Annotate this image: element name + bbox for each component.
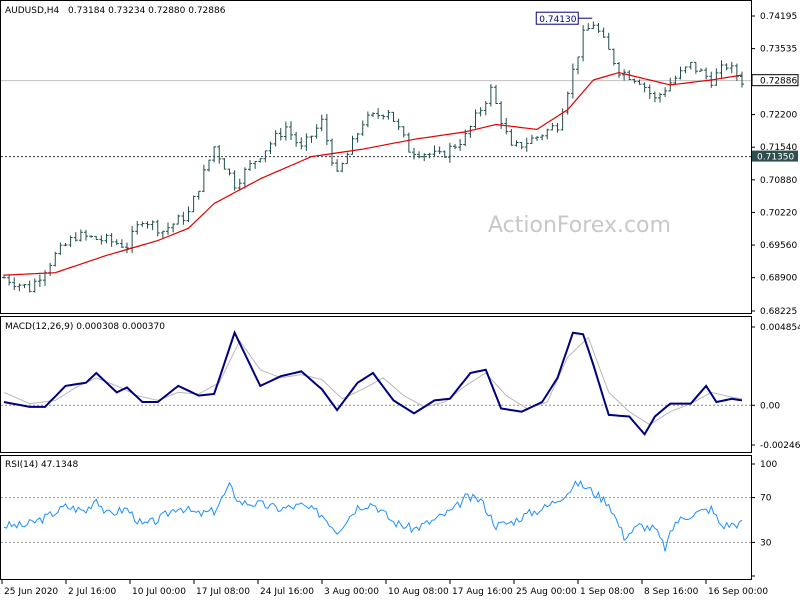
time-tick-label: 10 Jul 00:00 xyxy=(132,587,186,597)
price-tick-label: 0.74195 xyxy=(760,12,797,22)
price-tick-label: 0.70220 xyxy=(760,208,797,218)
time-tick-label: 10 Aug 08:00 xyxy=(388,587,449,597)
time-tick-label: 25 Aug 00:00 xyxy=(516,587,577,597)
rsi-tick-label: 30 xyxy=(760,538,772,548)
price-tick-label: 0.68225 xyxy=(760,307,797,317)
rsi-pane xyxy=(0,455,752,580)
watermark: ActionForex.com xyxy=(488,213,671,238)
price-tick-label: 0.72200 xyxy=(760,111,797,121)
time-tick-label: 1 Sep 08:00 xyxy=(580,587,635,597)
price-tick-label: 0.73535 xyxy=(760,45,797,55)
current-price-label: 0.72886 xyxy=(760,77,797,87)
level-label: 0.71350 xyxy=(757,153,794,163)
macd-tick-label: 0.004854 xyxy=(760,323,800,333)
macd-tick-label: 0.00 xyxy=(760,401,780,411)
time-tick-label: 8 Sep 16:00 xyxy=(644,587,699,597)
rsi-tick-label: 100 xyxy=(760,460,777,470)
macd-axis: 0.004854 0.00 -0.002465 xyxy=(751,323,800,451)
price-axis: 0.741950.735350.722000.715400.708800.702… xyxy=(751,12,797,317)
chart-root: AUDUSD,H4 0.73184 0.73234 0.72880 0.7288… xyxy=(0,0,800,597)
level-badge: 0.71350 xyxy=(752,150,798,163)
time-tick-label: 2 Jul 16:00 xyxy=(68,587,117,597)
rsi-axis: 100 70 30 xyxy=(751,460,777,577)
time-tick-label: 24 Jul 16:00 xyxy=(260,587,314,597)
macd-tick-label: -0.002465 xyxy=(760,441,800,451)
time-tick-label: 3 Aug 00:00 xyxy=(324,587,379,597)
time-tick-label: 25 Jun 2020 xyxy=(4,587,58,597)
current-price-badge: 0.72886 xyxy=(751,74,799,87)
time-tick-label: 16 Sep 00:00 xyxy=(708,587,768,597)
price-tick-label: 0.69560 xyxy=(760,241,797,251)
price-tick-label: 0.68900 xyxy=(760,274,797,284)
time-axis: 25 Jun 2020 2 Jul 16:00 10 Jul 00:00 17 Jul… xyxy=(1,580,768,597)
rsi-title: RSI(14) 47.1348 xyxy=(5,460,78,470)
price-header-symbol: AUDUSD,H4 xyxy=(5,6,60,16)
price-tick-label: 0.70880 xyxy=(760,176,797,186)
price-header-ohlc: 0.73184 0.73234 0.72880 0.72886 xyxy=(68,6,226,16)
time-tick-label: 17 Jul 08:00 xyxy=(196,587,250,597)
time-tick-label: 17 Aug 16:00 xyxy=(452,587,513,597)
high-annotation-label: 0.74130 xyxy=(539,15,576,25)
macd-title: MACD(12,26,9) 0.000308 0.000370 xyxy=(5,322,165,332)
rsi-tick-label: 70 xyxy=(760,494,772,504)
